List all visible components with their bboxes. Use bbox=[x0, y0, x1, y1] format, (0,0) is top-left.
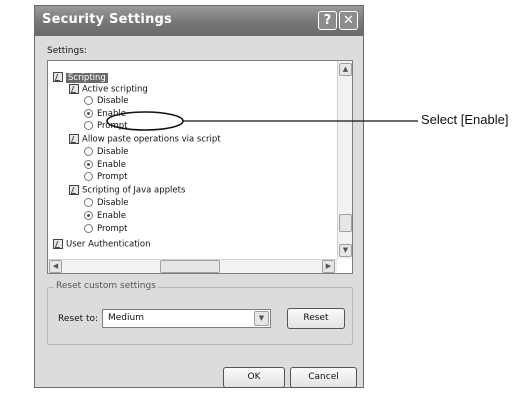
radio-active-prompt[interactable]: Prompt bbox=[84, 121, 128, 132]
tree-item-active-scripting[interactable]: Active scripting bbox=[69, 84, 148, 95]
radio-paste-enable[interactable]: Enable bbox=[84, 160, 126, 171]
selected-value: Medium bbox=[108, 313, 144, 323]
settings-icon bbox=[53, 72, 63, 82]
tree-item-user-auth[interactable]: User Authentication bbox=[53, 239, 150, 250]
horizontal-scrollbar[interactable]: ◀ ▶ bbox=[48, 259, 337, 273]
tree-item-scripting[interactable]: Scripting bbox=[53, 72, 108, 83]
radio-label: Enable bbox=[97, 211, 126, 221]
tree-item-java[interactable]: Scripting of Java applets bbox=[69, 185, 185, 196]
radio-label: Enable bbox=[97, 109, 126, 119]
scroll-down-icon[interactable]: ▼ bbox=[339, 244, 352, 257]
tree-item-label: Scripting bbox=[66, 72, 108, 83]
scroll-thumb-horizontal[interactable] bbox=[160, 260, 220, 273]
ok-button[interactable]: OK bbox=[223, 367, 285, 388]
tree-item-label: User Authentication bbox=[66, 239, 151, 250]
tree-item-label: Allow paste operations via script bbox=[82, 134, 221, 145]
settings-icon bbox=[69, 185, 79, 195]
dialog-title: Security Settings bbox=[42, 12, 172, 27]
radio-label: Prompt bbox=[97, 172, 128, 182]
radio-label: Prompt bbox=[97, 224, 128, 234]
scroll-right-icon[interactable]: ▶ bbox=[322, 260, 335, 273]
settings-label: Settings: bbox=[47, 46, 87, 56]
radio-selected-icon bbox=[84, 109, 93, 118]
radio-paste-disable[interactable]: Disable bbox=[84, 147, 129, 158]
reset-custom-settings-group: Reset custom settings Reset to: Medium ▼… bbox=[47, 281, 353, 345]
tree-item-label: Scripting of Java applets bbox=[82, 185, 186, 196]
radio-java-enable[interactable]: Enable bbox=[84, 211, 126, 222]
chevron-down-icon[interactable]: ▼ bbox=[254, 311, 269, 326]
radio-icon bbox=[84, 224, 93, 233]
user-icon bbox=[53, 239, 63, 249]
settings-icon bbox=[69, 84, 79, 94]
reset-level-select[interactable]: Medium ▼ bbox=[102, 309, 271, 328]
radio-label: Disable bbox=[97, 198, 129, 208]
radio-icon bbox=[84, 147, 93, 156]
tree-item-paste[interactable]: Allow paste operations via script bbox=[69, 134, 221, 145]
reset-to-label: Reset to: bbox=[58, 314, 99, 324]
reset-button[interactable]: Reset bbox=[287, 308, 345, 329]
radio-selected-icon bbox=[84, 211, 93, 220]
settings-tree[interactable]: Scripting Active scripting Disable Enabl… bbox=[47, 60, 353, 274]
callout-label: Select [Enable] bbox=[421, 112, 509, 127]
radio-active-disable[interactable]: Disable bbox=[84, 96, 129, 107]
scroll-left-icon[interactable]: ◀ bbox=[49, 260, 62, 273]
close-button[interactable]: ✕ bbox=[339, 11, 358, 30]
radio-label: Disable bbox=[97, 147, 129, 157]
radio-label: Prompt bbox=[97, 121, 128, 131]
radio-icon bbox=[84, 198, 93, 207]
security-settings-dialog: Security Settings ? ✕ Settings: Scriptin… bbox=[34, 5, 364, 388]
vertical-scrollbar[interactable]: ▲ ▼ bbox=[337, 61, 352, 259]
radio-icon bbox=[84, 121, 93, 130]
scroll-thumb[interactable] bbox=[339, 214, 352, 232]
radio-active-enable[interactable]: Enable bbox=[84, 109, 126, 120]
radio-label: Enable bbox=[97, 160, 126, 170]
radio-icon bbox=[84, 172, 93, 181]
help-button[interactable]: ? bbox=[318, 11, 337, 30]
radio-paste-prompt[interactable]: Prompt bbox=[84, 172, 128, 183]
radio-java-prompt[interactable]: Prompt bbox=[84, 224, 128, 235]
radio-label: Disable bbox=[97, 96, 129, 106]
scroll-up-icon[interactable]: ▲ bbox=[339, 63, 352, 76]
title-bar[interactable]: Security Settings ? ✕ bbox=[35, 6, 363, 36]
settings-icon bbox=[69, 134, 79, 144]
radio-icon bbox=[84, 96, 93, 105]
group-legend: Reset custom settings bbox=[54, 281, 158, 291]
radio-java-disable[interactable]: Disable bbox=[84, 198, 129, 209]
radio-selected-icon bbox=[84, 160, 93, 169]
tree-item-label: Active scripting bbox=[82, 84, 148, 95]
cancel-button[interactable]: Cancel bbox=[290, 367, 357, 388]
